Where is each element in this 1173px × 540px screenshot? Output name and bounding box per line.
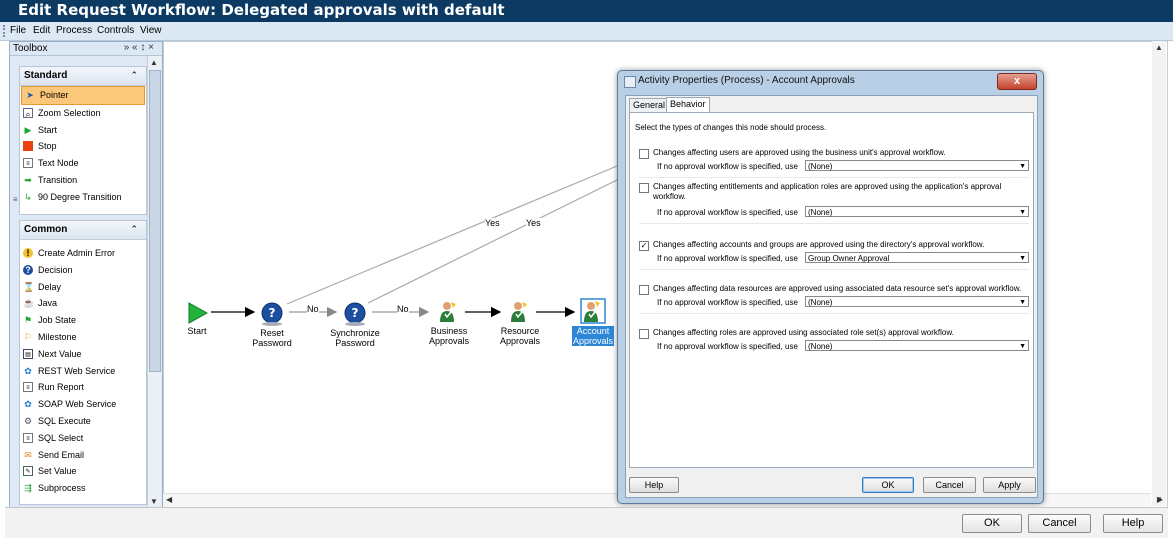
data-resources-checkbox[interactable] xyxy=(639,285,649,295)
users-workflow-select[interactable]: (None) ▼ xyxy=(805,160,1029,171)
fallback-label: If no approval workflow is specified, us… xyxy=(657,208,798,217)
edge-label-no: No xyxy=(397,304,409,314)
dialog-close-button[interactable]: x xyxy=(997,73,1037,90)
dropdown-arrow-icon: ▼ xyxy=(1019,299,1026,306)
dialog-help-button[interactable]: Help xyxy=(629,477,679,493)
entitlements-checkbox[interactable] xyxy=(639,183,649,193)
node-reset-password[interactable]: ? Reset Password xyxy=(237,302,307,348)
node-label: Business Approvals xyxy=(428,326,470,346)
svg-text:?: ? xyxy=(269,306,276,320)
dropdown-arrow-icon: ▼ xyxy=(1019,343,1026,350)
decision-icon: ? xyxy=(344,302,366,326)
dialog-cancel-button[interactable]: Cancel xyxy=(923,477,976,493)
option-text: Changes affecting users are approved usi… xyxy=(653,148,946,157)
edge-reset-yes[interactable] xyxy=(286,165,618,305)
divider xyxy=(639,269,1029,270)
option-text: Changes affecting accounts and groups ar… xyxy=(653,240,985,249)
approver-icon xyxy=(511,302,527,322)
scroll-up-icon[interactable]: ▲ xyxy=(1155,43,1163,52)
users-checkbox[interactable] xyxy=(639,149,649,159)
scroll-left-icon[interactable]: ◀ xyxy=(166,495,172,504)
help-button[interactable]: Help xyxy=(1103,514,1163,533)
divider xyxy=(639,177,1029,178)
edge-label-no: No xyxy=(307,304,319,314)
edge-label-yes: Yes xyxy=(485,218,500,228)
fallback-label: If no approval workflow is specified, us… xyxy=(657,254,798,263)
scroll-right-icon[interactable]: ▶ xyxy=(1157,495,1163,504)
fallback-label: If no approval workflow is specified, us… xyxy=(657,162,798,171)
behavior-panel: Select the types of changes this node sh… xyxy=(629,112,1034,468)
start-icon xyxy=(188,302,208,324)
node-label: Reset Password xyxy=(252,328,292,348)
dropdown-arrow-icon: ▼ xyxy=(1019,255,1026,262)
roles-checkbox[interactable] xyxy=(639,329,649,339)
accounts-checkbox[interactable]: ✓ xyxy=(639,241,649,251)
node-business-approvals[interactable]: Business Approvals xyxy=(414,300,484,346)
accounts-workflow-select[interactable]: Group Owner Approval ▼ xyxy=(805,252,1029,263)
data-resources-workflow-select[interactable]: (None) ▼ xyxy=(805,296,1029,307)
dialog-apply-button[interactable]: Apply xyxy=(983,477,1036,493)
tab-general[interactable]: General xyxy=(629,98,670,113)
fallback-label: If no approval workflow is specified, us… xyxy=(657,298,798,307)
dropdown-arrow-icon: ▼ xyxy=(1019,209,1026,216)
select-value: (None) xyxy=(808,342,833,351)
ok-button[interactable]: OK xyxy=(962,514,1022,533)
option-text: Changes affecting data resources are app… xyxy=(653,284,1022,293)
tab-behavior[interactable]: Behavior xyxy=(666,97,710,113)
select-value: (None) xyxy=(808,298,833,307)
dialog-body: General Behavior Select the types of cha… xyxy=(625,95,1038,498)
fallback-label: If no approval workflow is specified, us… xyxy=(657,342,798,351)
edge-label-yes: Yes xyxy=(526,218,541,228)
option-text: Changes affecting roles are approved usi… xyxy=(653,328,954,337)
canvas-vertical-scrollbar[interactable]: ▲ ▼ xyxy=(1152,41,1166,506)
close-icon: x xyxy=(1013,75,1021,87)
entitlements-workflow-select[interactable]: (None) ▼ xyxy=(805,206,1029,217)
roles-workflow-select[interactable]: (None) ▼ xyxy=(805,340,1029,351)
node-label: Synchronize Password xyxy=(330,328,380,348)
node-start[interactable]: Start xyxy=(162,302,232,336)
node-label: Resource Approvals xyxy=(499,326,541,346)
panel-instructions: Select the types of changes this node sh… xyxy=(635,123,827,132)
decision-icon: ? xyxy=(261,302,283,326)
dialog-ok-button[interactable]: OK xyxy=(862,477,914,493)
window-footer: OK Cancel Help xyxy=(5,507,1168,538)
edge-sync-yes[interactable] xyxy=(367,179,618,304)
svg-text:?: ? xyxy=(352,306,359,320)
node-resource-approvals[interactable]: Resource Approvals xyxy=(485,300,555,346)
node-label: Start xyxy=(187,326,207,336)
node-synchronize-password[interactable]: ? Synchronize Password xyxy=(320,302,390,348)
dropdown-arrow-icon: ▼ xyxy=(1019,163,1026,170)
node-label: Account Approvals xyxy=(571,326,615,346)
option-text: Changes affecting entitlements and appli… xyxy=(653,182,1002,201)
divider xyxy=(639,223,1029,224)
dialog-title: Activity Properties (Process) - Account … xyxy=(638,75,855,86)
select-value: (None) xyxy=(808,208,833,217)
activity-properties-dialog: Activity Properties (Process) - Account … xyxy=(617,70,1044,504)
dialog-app-icon xyxy=(624,76,636,88)
select-value: Group Owner Approval xyxy=(808,254,890,263)
divider xyxy=(639,313,1029,314)
select-value: (None) xyxy=(808,162,833,171)
approver-icon xyxy=(440,302,456,322)
approver-icon xyxy=(580,298,606,324)
cancel-button[interactable]: Cancel xyxy=(1028,514,1091,533)
